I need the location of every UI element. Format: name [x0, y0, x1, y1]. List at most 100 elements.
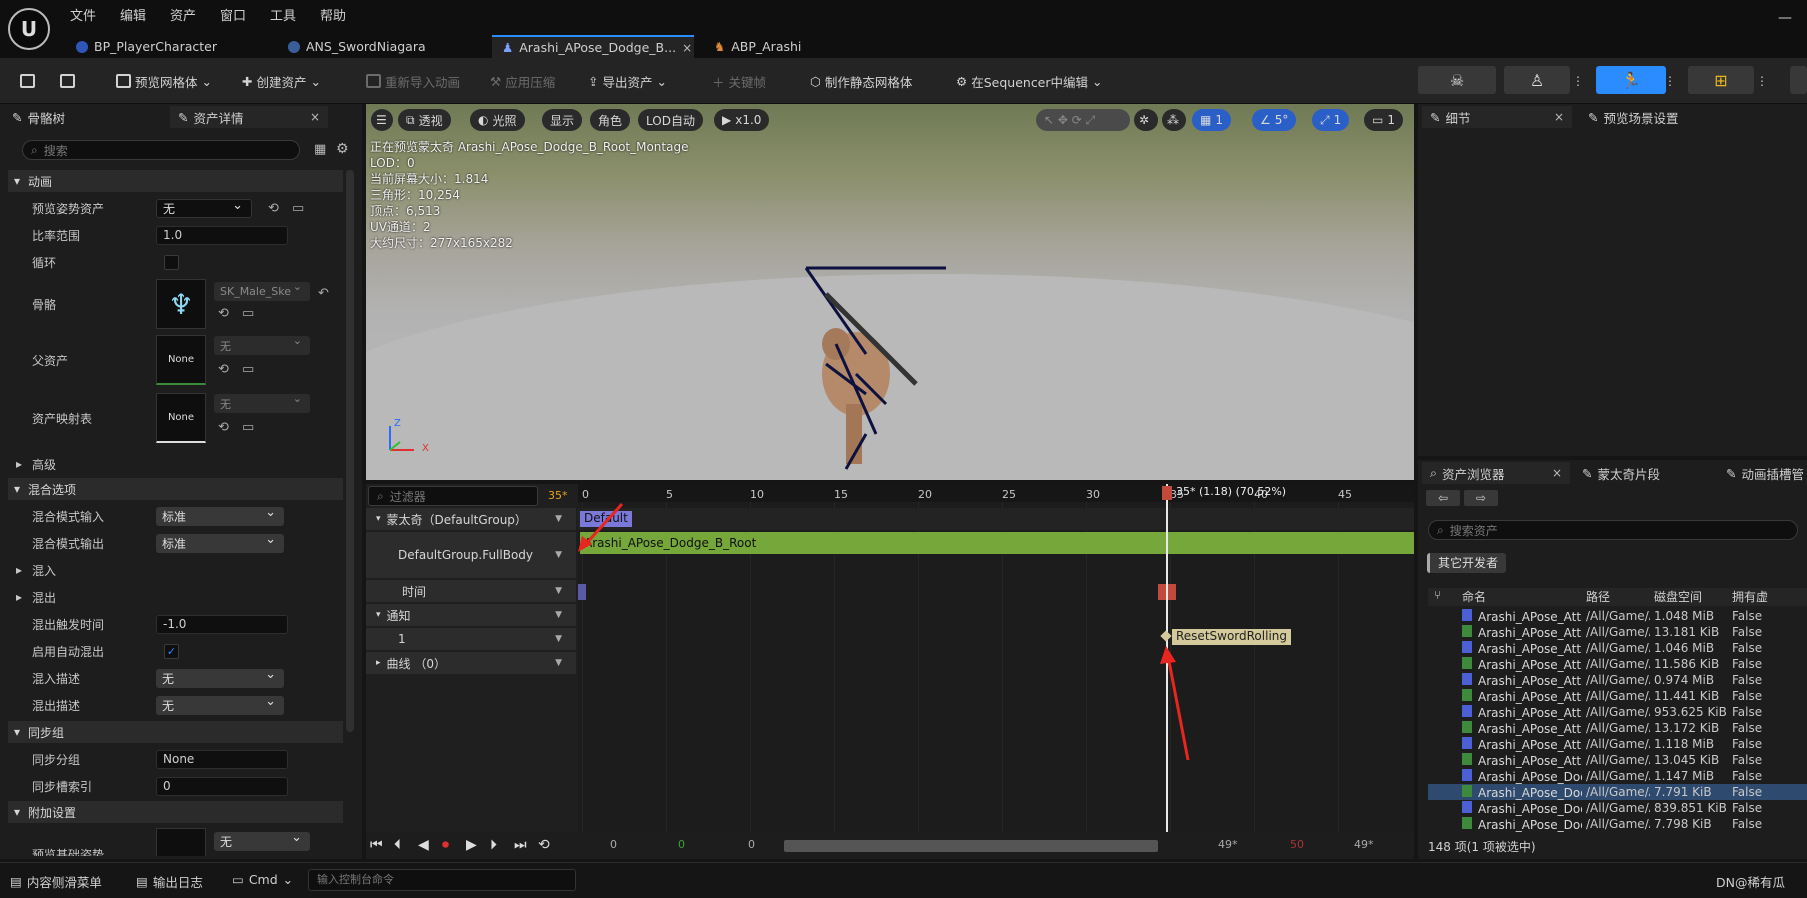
record-icon[interactable]: ⏺: [442, 837, 449, 853]
apply-compression-button[interactable]: ⚒ 应用压缩: [490, 70, 555, 92]
tab-asset-browser[interactable]: ⌕ 资产浏览器 ×: [1422, 462, 1570, 484]
blend-in-mode-dropdown[interactable]: 标准: [156, 505, 284, 526]
section-blend-out[interactable]: ▸ 混出: [8, 585, 343, 609]
skip-to-start-icon[interactable]: ⏮: [370, 837, 383, 853]
blueprint-mode-button[interactable]: ⊞: [1688, 66, 1754, 94]
grid-snap-button[interactable]: ▦ 1: [1192, 109, 1231, 131]
tab-asset-details[interactable]: ✎ 资产详情 ×: [170, 106, 328, 128]
asset-row[interactable]: Arashi_APose_Attack/All/Game/A 11.441 KiB…: [1428, 688, 1807, 704]
asset-map-thumbnail[interactable]: None: [156, 393, 206, 443]
section-advanced[interactable]: ▸ 高级: [8, 452, 343, 476]
camera-speed-button[interactable]: ▭ 1: [1364, 109, 1403, 131]
play-reverse-icon[interactable]: ◀: [418, 837, 429, 853]
track-notify-1[interactable]: 1 ▼: [366, 628, 576, 650]
menu-help[interactable]: 帮助: [320, 5, 346, 24]
menu-tools[interactable]: 工具: [270, 5, 296, 24]
rate-scale-input[interactable]: 1.0: [156, 225, 288, 245]
section-blend-in[interactable]: ▸ 混入: [8, 558, 343, 582]
animation-mode-button[interactable]: 🏃: [1596, 66, 1666, 94]
view-mode-button[interactable]: ⧉ 透视: [398, 109, 451, 131]
browse-folder-icon[interactable]: ▭: [242, 306, 254, 321]
reimport-button[interactable]: 重新导入动画: [366, 70, 460, 92]
sync-slot-input[interactable]: 0: [156, 776, 288, 796]
create-asset-button[interactable]: ✚ 创建资产 ⌄: [242, 70, 321, 92]
parent-thumbnail[interactable]: None: [156, 335, 206, 385]
asset-row[interactable]: Arashi_APose_Dodge/All/Game/A 1.147 MiB Fa…: [1428, 768, 1807, 784]
column-name[interactable]: 命名: [1462, 588, 1486, 605]
transform-tools-group[interactable]: ↖ ✥ ⟳ ⤢: [1036, 109, 1130, 131]
track-filter-input[interactable]: ⌕ 过滤器: [368, 486, 538, 506]
more-options-icon[interactable]: ⋮: [1756, 74, 1768, 88]
asset-row[interactable]: Arashi_APose_Attack/All/Game/A 13.172 KiB…: [1428, 720, 1807, 736]
work-end-frame[interactable]: 50: [1290, 838, 1304, 851]
preview-viewport[interactable]: ☰ ⧉ 透视 ◐ 光照 显示 角色 LOD自动 ▶ x1.0 ↖ ✥ ⟳ ⤢ ✲ ⁂ …: [366, 104, 1414, 480]
scrollbar-thumb[interactable]: [346, 170, 354, 732]
step-forward-icon[interactable]: ⏵: [490, 837, 497, 853]
track-curves[interactable]: ▸ 曲线 （0） ▼: [366, 652, 576, 674]
scale-snap-button[interactable]: ⤢ 1: [1312, 109, 1350, 131]
playback-start-frame[interactable]: 0: [748, 838, 755, 851]
skip-to-end-icon[interactable]: ⏭: [514, 837, 527, 853]
tab-abp-arashi[interactable]: ♞ ABP_Arashi: [704, 35, 811, 58]
ref-pose-dropdown[interactable]: 无: [214, 830, 310, 851]
track-montage[interactable]: ▾ 蒙太奇（DefaultGroup） ▼: [366, 508, 576, 530]
skeleton-mode-button[interactable]: ☠: [1418, 66, 1496, 94]
loop-icon[interactable]: ⟲: [538, 837, 550, 853]
track-notify[interactable]: ▾ 通知 ▼: [366, 604, 576, 626]
asset-row[interactable]: Arashi_APose_Attack/All/Game/A 1.048 MiB F…: [1428, 608, 1807, 624]
tab-bp-player-character[interactable]: BP_PlayerCharacter: [66, 35, 227, 58]
angle-snap-button[interactable]: ∠ 5°: [1252, 109, 1297, 131]
track-time[interactable]: 时间 ▼: [366, 580, 576, 602]
sync-group-input[interactable]: None: [156, 749, 288, 769]
playback-speed-button[interactable]: ▶ x1.0: [714, 109, 770, 131]
forward-arrow-icon[interactable]: ⇨: [1464, 490, 1498, 506]
minimize-icon[interactable]: —: [1778, 10, 1792, 26]
reset-arrow-icon[interactable]: ⟲: [218, 420, 229, 435]
content-drawer-button[interactable]: ▤ 内容侧滑菜单: [10, 872, 102, 891]
cmd-dropdown[interactable]: ▭ Cmd ⌄: [232, 872, 293, 887]
save-icon[interactable]: [20, 70, 35, 92]
asset-row[interactable]: Arashi_APose_Attack/All/Game/A 13.045 KiB…: [1428, 752, 1807, 768]
asset-row[interactable]: Arashi_APose_Attack/All/Game/A 13.181 KiB…: [1428, 624, 1807, 640]
blend-out-mode-dropdown[interactable]: 标准: [156, 532, 284, 553]
preview-mesh-button[interactable]: 预览网格体 ⌄: [116, 70, 212, 92]
branch-icon[interactable]: ⑂: [1434, 588, 1441, 602]
asset-row[interactable]: Arashi_APose_Dodge/All/Game/A 7.791 KiB Fa…: [1428, 784, 1807, 800]
close-icon[interactable]: ×: [682, 41, 692, 55]
timeline-track-area[interactable]: 0 5 10 15 20 25 30 35 40 45 Default Arashi_APose_…: [578, 484, 1414, 832]
table-view-icon[interactable]: ▦: [314, 142, 326, 157]
blend-in-profile-dropdown[interactable]: 无: [156, 667, 284, 688]
asset-row[interactable]: Arashi_APose_Attack/All/Game/A 953.625 Ki…: [1428, 704, 1807, 720]
asset-row[interactable]: Arashi_APose_Attack/All/Game/A 0.974 MiB F…: [1428, 672, 1807, 688]
view-end-frame[interactable]: 49*: [1354, 838, 1374, 851]
step-back-icon[interactable]: ⏴: [394, 837, 401, 853]
asset-row[interactable]: Arashi_APose_Dodge/All/Game/A 839.851 KiB…: [1428, 800, 1807, 816]
section-sync-group[interactable]: ▾ 同步组: [8, 721, 343, 743]
column-disk-size[interactable]: 磁盘空间: [1654, 588, 1702, 605]
asset-row[interactable]: Arashi_APose_Attack/All/Game/A 1.046 MiB F…: [1428, 640, 1807, 656]
blend-out-profile-dropdown[interactable]: 无: [156, 694, 284, 715]
details-search-input[interactable]: ⌕ 搜索: [22, 140, 300, 160]
console-command-input[interactable]: 输入控制台命令: [308, 869, 576, 891]
settings-gear-icon[interactable]: ⚙: [336, 141, 349, 157]
tab-details[interactable]: ✎ 细节 ×: [1422, 106, 1572, 128]
revert-icon[interactable]: ↶: [318, 286, 329, 301]
asset-search-input[interactable]: ⌕ 搜索资产: [1428, 520, 1798, 540]
auto-blend-out-checkbox[interactable]: ✓: [164, 643, 179, 659]
browse-folder-icon[interactable]: ▭: [242, 362, 254, 377]
parent-asset-dropdown[interactable]: 无: [214, 334, 310, 355]
column-path[interactable]: 路径: [1586, 588, 1610, 605]
character-button[interactable]: 角色: [590, 109, 631, 131]
playback-end-frame[interactable]: 49*: [1218, 838, 1238, 851]
play-icon[interactable]: ▶: [466, 837, 477, 853]
close-icon[interactable]: ×: [1552, 466, 1562, 480]
skeleton-dropdown[interactable]: SK_Male_Ske: [214, 280, 310, 301]
edit-in-sequencer-button[interactable]: ⚙ 在Sequencer中编辑 ⌄: [956, 70, 1103, 92]
menu-file[interactable]: 文件: [70, 5, 96, 24]
surface-snap-icon[interactable]: ⁂: [1162, 109, 1186, 131]
browse-folder-icon[interactable]: ▭: [292, 201, 304, 216]
section-blend-options[interactable]: ▾ 混合选项: [8, 478, 343, 500]
world-local-icon[interactable]: ✲: [1134, 109, 1158, 131]
output-log-button[interactable]: ▤ 输出日志: [136, 872, 203, 891]
menu-window[interactable]: 窗口: [220, 5, 246, 24]
